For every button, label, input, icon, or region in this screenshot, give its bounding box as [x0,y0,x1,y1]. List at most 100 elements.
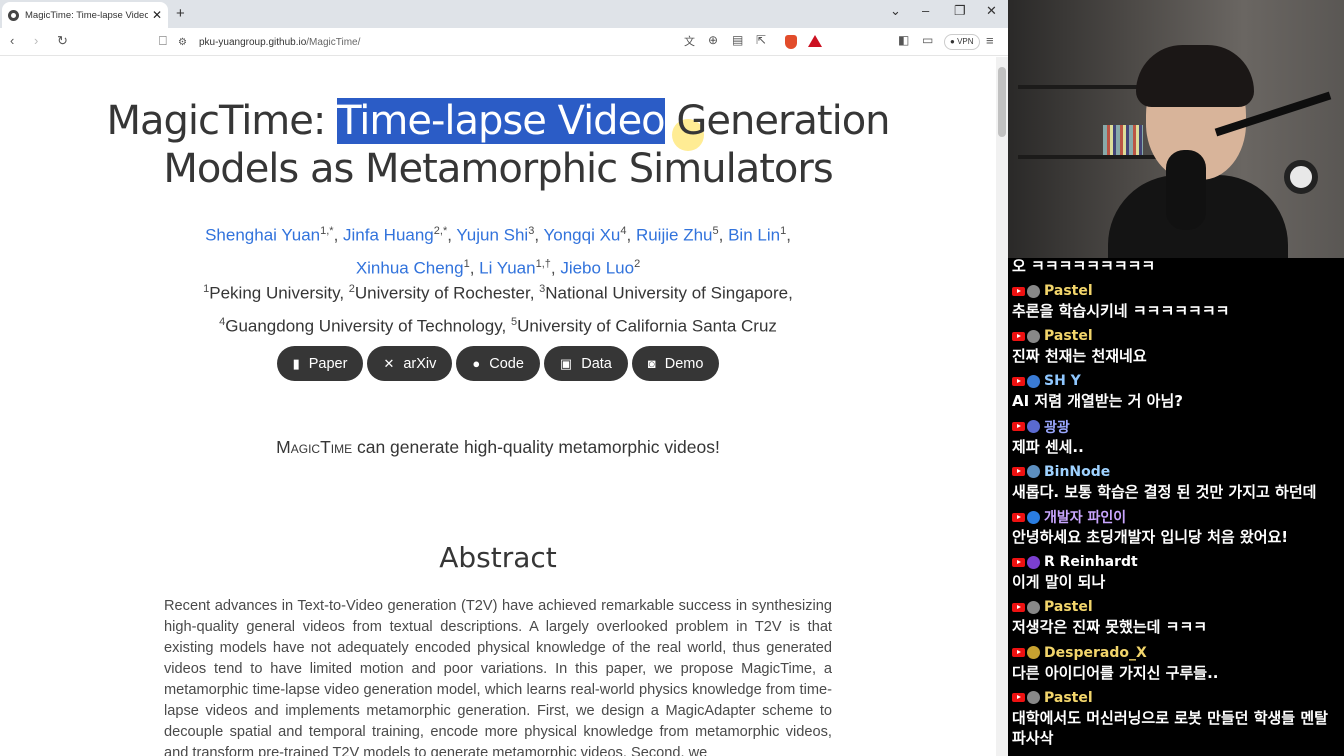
chat-message: Pastel 추론을 학습시키네 ㅋㅋㅋㅋㅋㅋㅋ [1012,282,1342,321]
chat-message: Pastel 진짜 천재는 천재네요 [1012,327,1342,366]
code-button[interactable]: ● Code [456,346,540,381]
tagline-text: can generate high-quality metamorphic vi… [352,437,720,457]
author-link[interactable]: Shenghai Yuan [205,226,320,245]
title-part2: Generation [664,98,890,144]
close-window-icon[interactable]: ✕ [986,3,997,19]
url-path: /MagicTime/ [306,36,361,48]
live-chat: 오 ㅋㅋㅋㅋㅋㅋㅋㅋㅋ Pastel 추론을 학습시키네 ㅋㅋㅋㅋㅋㅋㅋ Paste… [1008,258,1344,756]
chat-message-partial: 오 ㅋㅋㅋㅋㅋㅋㅋㅋㅋ [1012,258,1342,276]
author-link[interactable]: Yongqi Xu [543,226,620,245]
new-tab-button[interactable]: + [176,5,185,22]
chat-author: 광광 [1044,419,1070,436]
paper-button[interactable]: ▮ Paper [276,346,364,381]
affiliation-name: University of California Santa Cruz [517,316,777,336]
minimize-icon[interactable]: – [922,3,929,18]
wallet-icon[interactable]: ▭ [922,33,933,47]
author-sup: 3 [528,225,535,237]
avatar [1027,600,1040,614]
chat-message: BinNode 새롭다. 보통 학습은 결정 된 것만 가지고 하던데 [1012,463,1342,502]
youtube-icon [1012,512,1025,522]
microphone [1166,150,1206,230]
chat-author: Desperado_X [1044,644,1147,661]
chevron-down-icon[interactable]: ⌄ [890,3,901,19]
arxiv-button[interactable]: ✕ arXiv [367,346,453,381]
affiliations: 1Peking University, 2University of Roche… [0,275,996,340]
address-bar[interactable]: ⚙ pku-yuangroup.github.io/MagicTime/ [178,31,828,53]
avatar [1027,646,1040,660]
youtube-icon [1012,422,1025,432]
chat-author-row: Desperado_X [1012,644,1342,662]
youtube-icon [1012,648,1025,658]
share-icon[interactable]: ⇱ [756,33,766,47]
button-label: Data [581,355,612,372]
chat-author: Pastel [1044,328,1093,345]
chat-message: Pastel 대학에서도 머신러닝으로 로봇 만들던 학생들 멘탈 파사삭 [1012,689,1342,748]
scrollbar-thumb[interactable] [998,67,1006,137]
tagline-name: MagicTime [276,437,353,457]
affiliation-name: University of Rochester [354,283,530,303]
author-link[interactable]: Bin Lin [728,226,780,245]
chat-text: 제파 센세.. [1012,437,1084,456]
close-tab-icon[interactable]: ✕ [152,8,162,22]
books [1103,125,1143,155]
author-link[interactable]: Jinfa Huang [343,226,434,245]
avatar [1027,465,1040,479]
chat-message: SH Y AI 저렴 개열받는 거 아님? [1012,372,1342,411]
author-link[interactable]: Ruijie Zhu [636,226,713,245]
author-link[interactable]: Yujun Shi [456,226,528,245]
affiliation-name: Guangdong University of Technology [225,316,502,336]
avatar [1027,420,1040,434]
github-icon: ● [472,356,481,371]
shelf [1018,155,1168,159]
page-content: MagicTime: Time-lapse Video Generation M… [0,57,996,756]
reload-icon[interactable]: ↻ [57,33,68,49]
zoom-icon[interactable]: ⊕ [708,33,718,47]
chat-author-row: Pastel [1012,598,1342,616]
vpn-label: VPN [957,37,974,46]
tab-title: MagicTime: Time-lapse Video [25,9,148,21]
menu-icon[interactable]: ≡ [986,33,994,48]
translate-icon[interactable]: 文 [684,33,695,49]
robot-icon: ◙ [647,356,656,371]
chat-text: 이게 말이 되나 [1012,573,1106,592]
button-label: arXiv [403,355,437,372]
back-icon[interactable]: ‹ [10,33,14,48]
ring-light [1284,160,1318,194]
chat-author-row: SH Y [1012,372,1342,390]
affiliation-name: National University of Singapore [545,283,789,303]
youtube-icon [1012,467,1025,477]
bookmark-icon[interactable]: ⎕ [159,33,167,49]
vpn-button[interactable]: ● VPN [944,34,980,50]
restore-icon[interactable]: ❐ [954,3,966,19]
avatar [1027,510,1040,524]
sidebar-icon[interactable]: ◧ [898,33,909,47]
browser-window: MagicTime: Time-lapse Video ✕ + ⌄ – ❐ ✕ … [0,0,1008,756]
reader-icon[interactable]: ▤ [732,33,743,47]
page-scrollbar[interactable] [996,57,1008,756]
link-buttons: ▮ Paper ✕ arXiv ● Code ▣ Data ◙ Demo [0,346,996,381]
brave-shield-icon[interactable] [785,35,797,49]
url-host: pku-yuangroup.github.io [198,36,307,48]
author-sup: 1 [780,225,787,237]
site-info-icon[interactable]: ⚙ [178,37,187,48]
author-sup: 5 [712,225,719,237]
forward-icon[interactable]: › [34,33,38,48]
chat-author: 개발자 파인이 [1044,510,1127,526]
brave-rewards-icon[interactable] [808,35,822,47]
tab-magictime[interactable]: MagicTime: Time-lapse Video ✕ [2,2,168,28]
youtube-icon [1012,376,1025,386]
author-sup: 1,* [320,225,334,237]
avatar [1027,329,1040,343]
avatar [1027,555,1040,569]
button-label: Demo [664,355,704,372]
chat-message: R Reinhardt 이게 말이 되나 [1012,553,1342,592]
tagline: MagicTime can generate high-quality meta… [0,437,996,458]
chat-message: Desperado_X 다른 아이디어를 가지신 구루들.. [1012,644,1342,683]
demo-button[interactable]: ◙ Demo [631,346,720,381]
author-sup: 4 [620,225,627,237]
author-sup: 1 [463,257,470,270]
chat-text: 다른 아이디어를 가지신 구루들.. [1012,663,1219,682]
chat-text: 진짜 천재는 천재네요 [1012,347,1147,366]
chat-author-row: BinNode [1012,463,1342,481]
data-button[interactable]: ▣ Data [543,346,628,381]
